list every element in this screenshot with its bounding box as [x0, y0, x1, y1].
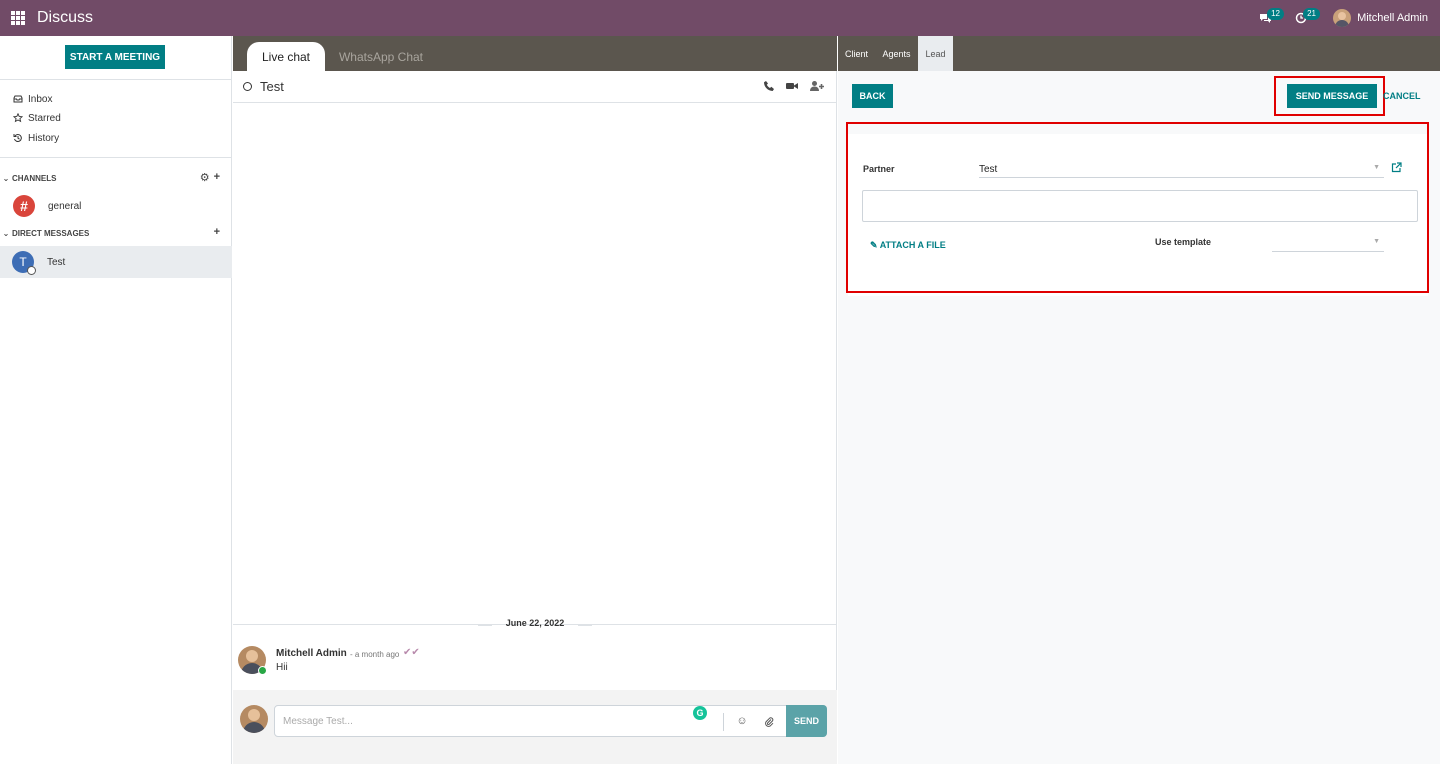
- app-title[interactable]: Discuss: [37, 9, 93, 27]
- message-composer: G ☺ SEND: [233, 690, 837, 764]
- contact-name: Test: [47, 256, 66, 268]
- caret-down-icon: ▼: [1373, 164, 1380, 171]
- video-camera-icon[interactable]: [785, 80, 799, 95]
- top-navbar: Discuss 12 21 Mitchell Admin: [0, 0, 1440, 36]
- external-link-icon[interactable]: [1391, 162, 1402, 176]
- status-icon: [27, 266, 36, 275]
- sidebar-item-starred[interactable]: Starred: [12, 110, 61, 126]
- activities-count-badge: 21: [1303, 8, 1320, 20]
- attach-label: ATTACH A FILE: [879, 240, 946, 250]
- add-user-icon[interactable]: [809, 80, 825, 95]
- seen-check-icon: ✔✔: [403, 647, 420, 658]
- add-chat-icon[interactable]: +: [214, 226, 220, 238]
- message-input[interactable]: [275, 706, 715, 736]
- phone-icon[interactable]: [763, 80, 775, 95]
- caret-down-icon: ▼: [1373, 238, 1380, 245]
- sidebar-item-label: Inbox: [28, 93, 53, 105]
- paperclip-icon: ✎: [870, 240, 878, 250]
- highlight-box-send-message: [1274, 76, 1385, 116]
- hashtag-icon: #: [13, 195, 35, 217]
- sidebar-item-inbox[interactable]: Inbox: [12, 91, 52, 107]
- inbox-icon: [12, 95, 24, 103]
- chevron-down-icon: ⌄: [2, 228, 10, 238]
- sidebar-item-general[interactable]: # general: [0, 191, 232, 221]
- send-button[interactable]: SEND: [786, 705, 827, 737]
- grammarly-icon[interactable]: G: [693, 706, 707, 720]
- message-author[interactable]: Mitchell Admin: [276, 648, 347, 659]
- paperclip-icon[interactable]: [762, 714, 776, 728]
- online-status-icon: [258, 666, 267, 675]
- thread-view: Live chat WhatsApp Chat Test June 22, 20…: [233, 36, 837, 764]
- author-avatar: [238, 646, 267, 675]
- systray: 12 21 Mitchell Admin: [1247, 0, 1440, 36]
- sidebar-divider: [0, 79, 232, 80]
- contact-avatar: T: [12, 251, 36, 275]
- apps-menu-icon[interactable]: [11, 11, 25, 25]
- message-body: Hii: [276, 662, 288, 673]
- panel-tabbar: Client Agents Lead: [838, 36, 1440, 71]
- sidebar-item-label: History: [28, 132, 60, 144]
- sidebar-divider: [0, 157, 232, 158]
- composer-box: G ☺ SEND: [274, 705, 827, 737]
- date-separator: June 22, 2022: [233, 618, 837, 632]
- whatsapp-panel: Client Agents Lead BACK SEND MESSAGE CAN…: [838, 36, 1440, 764]
- message-item: Mitchell Admin - a month ago ✔✔ Hii: [233, 640, 837, 690]
- tab-live-chat[interactable]: Live chat: [247, 42, 325, 71]
- partner-value: Test: [979, 164, 998, 175]
- channels-header: CHANNELS: [12, 173, 57, 183]
- partner-label: Partner: [863, 164, 895, 174]
- back-button[interactable]: BACK: [852, 84, 893, 108]
- activity-menu[interactable]: 21: [1283, 0, 1320, 36]
- direct-messages-header: DIRECT MESSAGES: [12, 228, 90, 238]
- star-icon: [12, 113, 24, 123]
- message-body-field[interactable]: [862, 190, 1418, 222]
- direct-messages-category[interactable]: ⌄ DIRECT MESSAGES +: [0, 226, 232, 240]
- composer-avatar: [240, 705, 268, 733]
- date-label: June 22, 2022: [505, 618, 565, 628]
- tab-agents[interactable]: Agents: [875, 36, 918, 71]
- history-icon: [12, 133, 24, 143]
- cancel-button[interactable]: CANCEL: [1383, 84, 1429, 108]
- message-time: - a month ago: [350, 650, 400, 659]
- add-channel-icon[interactable]: +: [214, 171, 220, 184]
- messages-count-badge: 12: [1267, 8, 1284, 20]
- tab-whatsapp-chat[interactable]: WhatsApp Chat: [329, 42, 433, 71]
- chevron-down-icon: ⌄: [2, 173, 10, 183]
- attach-file-button[interactable]: ✎ ATTACH A FILE: [870, 240, 946, 251]
- tab-lead[interactable]: Lead: [918, 36, 953, 71]
- chat-tabbar: Live chat WhatsApp Chat: [233, 36, 837, 71]
- thread-header: Test: [233, 71, 837, 103]
- user-name: Mitchell Admin: [1357, 12, 1428, 24]
- sidebar-item-test[interactable]: T Test: [0, 246, 232, 278]
- template-label: Use template: [1155, 237, 1212, 247]
- contact-initial: T: [19, 255, 27, 269]
- discuss-sidebar: START A MEETING Inbox Starred History ⌄ …: [0, 36, 232, 764]
- user-menu[interactable]: Mitchell Admin: [1333, 9, 1428, 27]
- status-circle-icon: [243, 82, 252, 91]
- user-avatar: [1333, 9, 1352, 27]
- emoji-icon[interactable]: ☺: [735, 714, 749, 728]
- messaging-menu[interactable]: 12: [1247, 0, 1284, 36]
- template-select[interactable]: ▼: [1272, 236, 1384, 252]
- channel-name: general: [48, 200, 82, 212]
- thread-name: Test: [260, 79, 284, 94]
- partner-field[interactable]: Test ▼: [979, 162, 1384, 178]
- tab-client[interactable]: Client: [838, 36, 875, 71]
- gear-icon[interactable]: ⚙: [200, 171, 210, 184]
- sidebar-item-label: Starred: [28, 112, 61, 124]
- sidebar-item-history[interactable]: History: [12, 130, 59, 146]
- start-meeting-button[interactable]: START A MEETING: [65, 45, 165, 69]
- channels-category[interactable]: ⌄ CHANNELS ⚙ +: [0, 171, 232, 185]
